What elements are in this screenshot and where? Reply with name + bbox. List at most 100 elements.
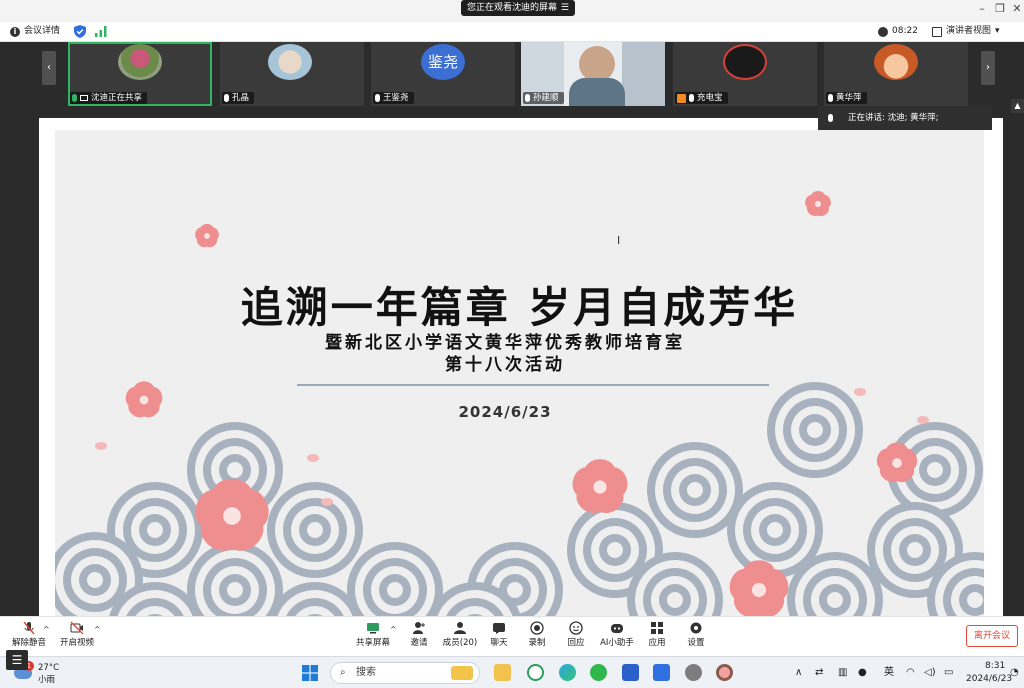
- settings-label: 设置: [687, 638, 705, 648]
- settings-button[interactable]: 设置: [683, 621, 709, 655]
- participant-name-tag: 王鉴尧: [373, 92, 414, 104]
- signal-icon[interactable]: [95, 26, 107, 37]
- photos-app-icon[interactable]: [527, 664, 544, 681]
- shared-screen-area: 追溯一年篇章 岁月自成芳华 暨新北区小学语文黄华萍优秀教师培育室 第十八次活动 …: [0, 114, 1024, 670]
- reaction-icon: [569, 621, 583, 635]
- windows-start-icon[interactable]: [302, 665, 318, 681]
- chevron-up-icon[interactable]: ∧: [795, 667, 802, 679]
- members-button[interactable]: 成员(20): [442, 621, 478, 655]
- shield-icon[interactable]: [74, 25, 86, 38]
- file-explorer-icon[interactable]: [494, 664, 511, 681]
- falling-petal: [854, 388, 866, 396]
- video-feed-face: [579, 46, 615, 82]
- slide-date: 2024/6/23: [458, 403, 552, 421]
- record-button[interactable]: 录制: [524, 621, 550, 655]
- chevron-up-icon[interactable]: ▲: [1011, 99, 1024, 113]
- penguin-icon[interactable]: ●: [858, 667, 867, 679]
- mic-muted-icon: [828, 94, 833, 102]
- unmute-label: 解除静音: [12, 638, 47, 648]
- members-label: 成员(20): [442, 638, 478, 648]
- participant-tile[interactable]: 黄华萍: [824, 42, 968, 106]
- apps-icon: [651, 622, 663, 634]
- ai-assistant-label: AI小助手: [600, 638, 634, 648]
- participant-tile[interactable]: 充电宝: [673, 42, 817, 106]
- list-icon[interactable]: ☰: [6, 650, 28, 670]
- speaking-names: 沈迪; 黄华萍;: [887, 113, 939, 123]
- viewing-banner-text: 您正在观看沈迪的屏幕: [467, 3, 558, 13]
- strip-prev-button[interactable]: ‹: [42, 51, 56, 85]
- battery-icon[interactable]: ▭: [944, 667, 953, 679]
- chevron-up-icon[interactable]: ^: [94, 625, 101, 634]
- mic-muted-icon: [375, 94, 380, 102]
- slide-subtitle: 暨新北区小学语文黄华萍优秀教师培育室: [325, 333, 685, 353]
- speaker-icon[interactable]: ◁): [924, 667, 936, 679]
- wave-ring: [147, 522, 163, 538]
- avatar: [874, 44, 918, 80]
- falling-petal: [321, 498, 333, 506]
- slide-canvas: 追溯一年篇章 岁月自成芳华 暨新北区小学语文黄华萍优秀教师培育室 第十八次活动 …: [55, 130, 984, 616]
- notification-bell-icon[interactable]: ◔: [1010, 667, 1019, 679]
- reply-label: 回应: [567, 638, 585, 648]
- wave-ring: [307, 522, 323, 538]
- chevron-up-icon[interactable]: ^: [43, 625, 50, 634]
- wifi-icon[interactable]: ◠: [906, 667, 915, 679]
- camera-off-icon: [70, 621, 84, 635]
- mic-muted-icon: [525, 94, 530, 102]
- taskbar-date[interactable]: 2024/6/23: [966, 674, 1012, 685]
- participant-tile[interactable]: 孙建顺: [521, 42, 665, 106]
- viewing-screen-banner[interactable]: 您正在观看沈迪的屏幕 ☰: [461, 0, 575, 16]
- meeting-app-icon[interactable]: [653, 664, 670, 681]
- slide-title: 追溯一年篇章 岁月自成芳华: [240, 283, 799, 332]
- taskbar-search-input[interactable]: ⌕ 搜索: [330, 662, 480, 684]
- avatar: 鉴尧: [421, 44, 465, 80]
- search-highlight-icon: [451, 666, 473, 680]
- participant-name-tag: 孔晶: [222, 92, 255, 104]
- invite-button[interactable]: 邀请: [404, 621, 434, 655]
- reply-button[interactable]: 回应: [563, 621, 589, 655]
- share-screen-button[interactable]: 共享屏幕: [354, 621, 392, 655]
- participant-tile[interactable]: 鉴尧 王鉴尧: [371, 42, 515, 106]
- view-mode-label: 演讲者视图: [946, 26, 992, 36]
- blossom-center: [223, 507, 241, 525]
- share-screen-label: 共享屏幕: [355, 638, 390, 648]
- apps-button[interactable]: 应用: [644, 621, 670, 655]
- restore-icon[interactable]: ❐: [993, 2, 1007, 16]
- meeting-timer: 08:22: [878, 25, 918, 38]
- participant-tile[interactable]: 沈迪正在共享: [68, 42, 212, 106]
- app-m-icon[interactable]: [622, 664, 639, 681]
- blossom-center: [751, 582, 767, 598]
- speaker-view-dropdown[interactable]: 演讲者视图 ▾: [932, 25, 1000, 38]
- avatar-app-icon[interactable]: [716, 664, 733, 681]
- meeting-details-button[interactable]: i 会议详情: [10, 25, 60, 38]
- avatar: [268, 44, 312, 80]
- settings-app-icon[interactable]: [685, 664, 702, 681]
- speaking-indicator: 正在讲话: 沈迪; 黄华萍;: [818, 106, 992, 130]
- close-icon[interactable]: ✕: [1010, 2, 1024, 16]
- blossom-center: [892, 458, 902, 468]
- ime-indicator[interactable]: 英: [884, 667, 894, 679]
- person-icon: [677, 93, 686, 103]
- chevron-up-icon[interactable]: ^: [390, 625, 397, 634]
- blossom-center: [204, 233, 210, 239]
- ai-assistant-button[interactable]: AI小助手: [599, 621, 635, 655]
- slide-subtitle-activity: 第十八次活动: [445, 355, 565, 375]
- participant-tile[interactable]: 孔晶: [220, 42, 364, 106]
- blossom-center: [593, 480, 607, 494]
- members-icon: [454, 622, 466, 634]
- edge-browser-icon[interactable]: [559, 664, 576, 681]
- taskbar-time[interactable]: 8:31: [985, 661, 1005, 672]
- chat-button[interactable]: 聊天: [486, 621, 512, 655]
- banner-menu-icon[interactable]: ☰: [561, 0, 569, 16]
- wave-ring: [827, 592, 843, 608]
- sync-icon[interactable]: ⇄: [815, 667, 823, 679]
- wechat-icon[interactable]: [590, 664, 607, 681]
- shared-slide: 追溯一年篇章 岁月自成芳华 暨新北区小学语文黄华萍优秀教师培育室 第十八次活动 …: [39, 118, 1003, 616]
- participant-name: 孙建顺: [533, 93, 559, 103]
- mic-muted-icon: [224, 94, 229, 102]
- wave-arc-group: [187, 542, 283, 616]
- leave-meeting-button[interactable]: 离开会议: [966, 625, 1018, 647]
- minimize-icon[interactable]: –: [975, 2, 989, 16]
- strip-next-button[interactable]: ›: [981, 51, 995, 85]
- start-video-button[interactable]: 开启视频: [58, 621, 96, 655]
- chart-icon[interactable]: ▥: [838, 667, 847, 679]
